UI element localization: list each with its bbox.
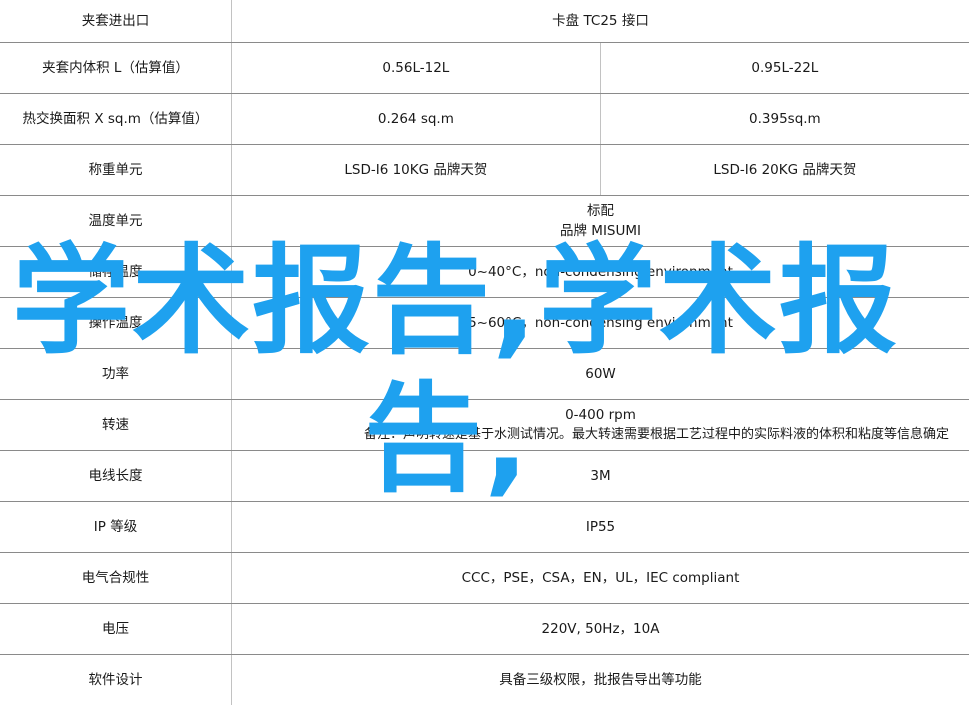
table-row: 电压 220V, 50Hz，10A [0, 603, 969, 655]
row-value: 5~60°C，non-condensing environment [231, 297, 969, 349]
row-value-model-2: LSD-I6 20KG 品牌天贺 [599, 144, 969, 196]
row-value: 卡盘 TC25 接口 [231, 0, 969, 43]
row-label: 夹套内体积 L（估算值） [0, 42, 232, 94]
row-value-model-2: 0.395sq.m [599, 93, 969, 145]
row-value: CCC，PSE，CSA，EN，UL，IEC compliant [231, 552, 969, 604]
table-row: 称重单元 LSD-I6 10KG 品牌天贺 LSD-I6 20KG 品牌天贺 [0, 144, 969, 196]
row-label: 热交换面积 X sq.m（估算值） [0, 93, 232, 145]
table-row: 夹套内体积 L（估算值） 0.56L-12L 0.95L-22L [0, 42, 969, 94]
table-row: 电气合规性 CCC，PSE，CSA，EN，UL，IEC compliant [0, 552, 969, 604]
row-value-model-1: 0.56L-12L [231, 42, 601, 94]
row-label: 功率 [0, 348, 232, 400]
table-row: 储存温度 0~40°C，non-condensing environment [0, 246, 969, 298]
row-label: 电线长度 [0, 450, 232, 502]
table-row: IP 等级 IP55 [0, 501, 969, 553]
row-value-line: 品牌 MISUMI [560, 223, 641, 239]
table-row: 热交换面积 X sq.m（估算值） 0.264 sq.m 0.395sq.m [0, 93, 969, 145]
spec-table: 夹套进出口 卡盘 TC25 接口 夹套内体积 L（估算值） 0.56L-12L … [0, 0, 969, 705]
row-label: IP 等级 [0, 501, 232, 553]
table-row: 夹套进出口 卡盘 TC25 接口 [0, 0, 969, 43]
table-row: 功率 60W [0, 348, 969, 400]
row-note: 备注：声明转速是基于水测试情况。最大转速需要根据工艺过程中的实际料液的体积和粘度… [363, 427, 949, 442]
row-value: 0-400 rpm 备注：声明转速是基于水测试情况。最大转速需要根据工艺过程中的… [231, 399, 969, 451]
row-label: 夹套进出口 [0, 0, 232, 43]
row-value-model-2: 0.95L-22L [599, 42, 969, 94]
table-row: 电线长度 3M [0, 450, 969, 502]
row-label: 软件设计 [0, 654, 232, 705]
row-value: 220V, 50Hz，10A [231, 603, 969, 655]
row-value: IP55 [231, 501, 969, 553]
row-value-line: 0-400 rpm [565, 407, 636, 423]
row-label: 操作温度 [0, 297, 232, 349]
row-label: 电气合规性 [0, 552, 232, 604]
table-row: 软件设计 具备三级权限，批报告导出等功能 [0, 654, 969, 705]
row-value: 标配 品牌 MISUMI [231, 195, 969, 247]
row-label: 电压 [0, 603, 232, 655]
table-row: 温度单元 标配 品牌 MISUMI [0, 195, 969, 247]
row-value-line: 标配 [587, 203, 614, 219]
row-value: 0~40°C，non-condensing environment [231, 246, 969, 298]
row-value: 60W [231, 348, 969, 400]
row-label: 称重单元 [0, 144, 232, 196]
table-row: 操作温度 5~60°C，non-condensing environment [0, 297, 969, 349]
row-value-model-1: LSD-I6 10KG 品牌天贺 [231, 144, 601, 196]
row-value: 3M [231, 450, 969, 502]
row-label: 转速 [0, 399, 232, 451]
row-value: 具备三级权限，批报告导出等功能 [231, 654, 969, 705]
table-row: 转速 0-400 rpm 备注：声明转速是基于水测试情况。最大转速需要根据工艺过… [0, 399, 969, 451]
row-label: 储存温度 [0, 246, 232, 298]
row-label: 温度单元 [0, 195, 232, 247]
row-value-model-1: 0.264 sq.m [231, 93, 601, 145]
